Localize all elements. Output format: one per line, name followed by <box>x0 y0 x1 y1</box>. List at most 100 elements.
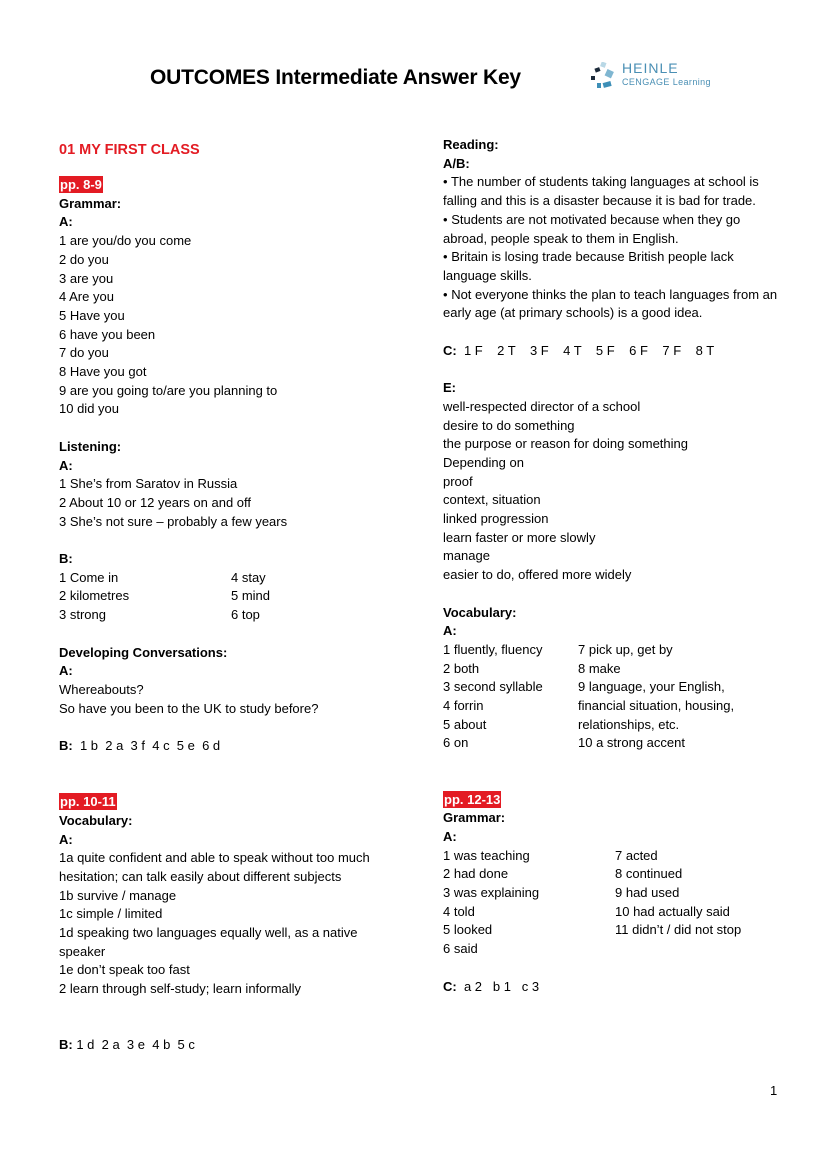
answer-text: a 2 b 1 c 3 <box>463 978 540 994</box>
unit-title: 01 MY FIRST CLASS <box>59 142 200 158</box>
grammar-answers: 1 are you/do you come 2 do you 3 are you… <box>59 232 399 419</box>
answer-line: 9 language, your English, <box>578 679 725 695</box>
answer-line: 6 have you been <box>59 326 156 342</box>
answer-line: Depending on <box>443 454 524 470</box>
logo-heinle-text: HEINLE <box>622 60 679 76</box>
answer-line: desire to do something <box>443 417 575 433</box>
bullet-item: • Britain is losing trade because Britis… <box>443 248 783 285</box>
exercise-label: B: <box>59 551 73 567</box>
answer-line: 2 learn through self-study; learn inform… <box>59 981 302 997</box>
answer-line: proof <box>443 473 473 489</box>
bullet-text: Not everyone thinks the plan to teach la… <box>443 286 778 321</box>
answer-line: 3 second syllable <box>443 679 543 695</box>
logo-cengage-text: CENGAGE Learning <box>622 77 711 87</box>
section-heading-vocabulary: Vocabulary: <box>443 604 517 620</box>
answer-line: C: a 2 b 1 c 3 <box>443 978 783 997</box>
exercise-label: A: <box>443 828 457 844</box>
answer-line: Whereabouts? <box>59 681 144 697</box>
answer-line: relationships, etc. <box>578 716 680 732</box>
answer-line: 2 had done <box>443 866 509 882</box>
answer-line: 1 was teaching <box>443 847 530 863</box>
answer-line: context, situation <box>443 492 541 508</box>
answer-line: 2 both <box>443 660 480 676</box>
exercise-label: A: <box>443 623 457 639</box>
answer-line: 4 Are you <box>59 289 114 305</box>
bullet-icon: • <box>443 211 448 227</box>
answer-line: 1a quite confident and able to speak wit… <box>59 850 370 884</box>
bullet-icon: • <box>443 249 448 265</box>
bullet-text: Britain is losing trade because British … <box>443 249 734 283</box>
answer-line: 6 said <box>443 941 478 957</box>
answer-line: 7 pick up, get by <box>578 641 673 657</box>
answer-line: 4 stay <box>231 569 266 585</box>
bullet-text: Students are not motivated because when … <box>443 211 741 246</box>
answer-line: 4 told <box>443 903 475 919</box>
answer-line: C: 1 F 2 T 3 F 4 T 5 F 6 F 7 F 8 T <box>443 342 783 361</box>
exercise-label: B: <box>59 1037 73 1053</box>
exercise-label: E: <box>443 380 456 396</box>
page-range-label: pp. 8-9 <box>59 176 103 193</box>
answer-line: linked progression <box>443 511 549 527</box>
answer-line: 4 forrin <box>443 698 484 714</box>
section-heading-vocabulary: Vocabulary: <box>59 812 133 828</box>
answer-line: B: 1 b 2 a 3 f 4 c 5 e 6 d <box>59 737 399 756</box>
bullet-icon: • <box>443 174 448 190</box>
answer-line: 2 do you <box>59 251 109 267</box>
answer-line: 8 make <box>578 660 621 676</box>
page-title: OUTCOMES Intermediate Answer Key <box>150 66 521 89</box>
answer-line: 5 about <box>443 716 487 732</box>
answer-line: B: 1 d 2 a 3 e 4 b 5 c <box>59 1036 399 1055</box>
answer-line: 3 strong <box>59 607 106 623</box>
answer-line: 8 continued <box>615 866 683 882</box>
answer-line: 9 had used <box>615 885 680 901</box>
answer-line: well-respected director of a school <box>443 398 641 414</box>
answer-line: 7 acted <box>615 847 658 863</box>
section-heading-listening: Listening: <box>59 438 122 454</box>
answer-line: 10 did you <box>59 401 119 417</box>
exercise-label: C: <box>443 978 457 994</box>
answer-text: 1 F 2 T 3 F 4 T 5 F 6 F 7 F 8 T <box>463 342 715 358</box>
answer-line: 3 She’s not sure – probably a few years <box>59 513 288 529</box>
answer-line: 2 kilometres <box>59 588 130 604</box>
answer-line: 1 are you/do you come <box>59 233 192 249</box>
listening-b-answers: 1 Come in 2 kilometres 3 strong 4 stay 5… <box>59 569 399 625</box>
answer-text: 1 d 2 a 3 e 4 b 5 c <box>76 1037 195 1053</box>
exercise-label: A/B: <box>443 155 470 171</box>
page-range-label: pp. 12-13 <box>443 790 502 808</box>
bullet-text: The number of students taking languages … <box>443 174 759 209</box>
vocabulary-answers: 1 fluently, fluency 2 both 3 second syll… <box>443 641 783 753</box>
section-heading-conversations: Developing Conversations: <box>59 644 228 660</box>
answer-line: learn faster or more slowly <box>443 529 596 545</box>
answer-line: 1b survive / manage <box>59 887 177 903</box>
answer-line: 10 a strong accent <box>578 735 685 751</box>
answer-line: 1 fluently, fluency <box>443 641 543 657</box>
exercise-label: A: <box>59 663 73 679</box>
bullet-icon: • <box>443 286 448 302</box>
answer-line: 2 About 10 or 12 years on and off <box>59 494 252 510</box>
answer-line: 7 do you <box>59 345 109 361</box>
answer-text: 1 b 2 a 3 f 4 c 5 e 6 d <box>79 738 221 754</box>
answer-line: 1e don’t speak too fast <box>59 962 190 978</box>
answer-line: 3 are you <box>59 270 114 286</box>
answer-line: 1c simple / limited <box>59 906 163 922</box>
answer-line: easier to do, offered more widely <box>443 567 632 583</box>
exercise-label: B: <box>59 738 73 754</box>
exercise-label: A: <box>59 457 73 473</box>
answer-line: manage <box>443 548 490 564</box>
answer-line: 6 on <box>443 735 469 751</box>
exercise-label: C: <box>443 342 457 358</box>
page-range-label: pp. 10-11 <box>59 793 117 811</box>
section-heading-grammar: Grammar: <box>59 195 122 211</box>
answer-line: 3 was explaining <box>443 885 540 901</box>
heinle-logo-icon <box>591 62 614 88</box>
answer-line: So have you been to the UK to study befo… <box>59 700 319 716</box>
answer-line: financial situation, housing, <box>578 698 735 714</box>
answer-line: 1d speaking two languages equally well, … <box>59 925 358 959</box>
answer-line: 1 Come in <box>59 569 119 585</box>
publisher-logo: HEINLE CENGAGE Learning <box>590 60 740 96</box>
bullet-item: • Not everyone thinks the plan to teach … <box>443 286 783 323</box>
bullet-item: • Students are not motivated because whe… <box>443 211 783 248</box>
right-column: Reading: A/B: • The number of students t… <box>443 136 783 996</box>
answer-line: the purpose or reason for doing somethin… <box>443 436 688 452</box>
answer-line: 5 Have you <box>59 307 125 323</box>
